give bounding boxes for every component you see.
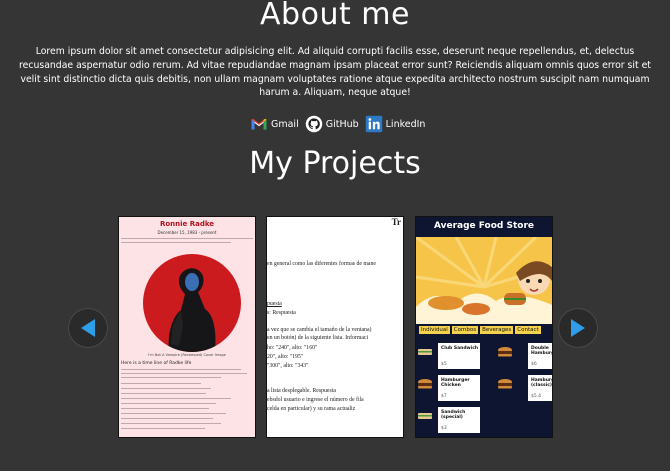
burger-icon: [418, 379, 432, 389]
menu-item[interactable]: Sandwich (special) $3: [438, 407, 480, 433]
doc-link[interactable]: puesta: [267, 301, 282, 308]
menu-item[interactable]: Club Sandwich $5: [438, 343, 480, 369]
carousel-prev-button[interactable]: [68, 308, 108, 348]
doc-line: ebsdol usuario e ingrese el número de fi…: [267, 397, 364, 403]
text-line: [121, 238, 253, 240]
carousel-next-button[interactable]: [558, 308, 598, 348]
text-line: [121, 383, 201, 385]
image-caption: I'm Not A Vampire (Revamped) Cover Image: [148, 353, 226, 357]
doc-line: en un botón) de la siguiente lista. Info…: [267, 335, 369, 341]
menu-item[interactable]: Hamburger (classic)$5.4: [528, 375, 552, 401]
doc-line: a vez que se cambia el tamaño de la vent…: [267, 327, 372, 333]
burger-icon: [498, 379, 512, 389]
text-line: [121, 242, 231, 244]
portrait-image: [143, 254, 241, 352]
card-title: Average Food Store: [433, 221, 535, 231]
gmail-icon: [251, 118, 267, 130]
text-line: [121, 423, 221, 425]
text-line: [121, 408, 209, 410]
about-title: About me: [260, 0, 410, 32]
text-line: [121, 388, 211, 390]
text-line: [121, 393, 206, 395]
linkedin-link[interactable]: LinkedIn: [365, 115, 426, 133]
menu-item[interactable]: Hamburger Chicken $7: [438, 375, 480, 401]
doc-line: s: Respuesta: [267, 310, 296, 316]
tab-contact[interactable]: Contact: [515, 326, 541, 334]
card-title: Ronnie Radke: [159, 220, 215, 228]
text-line: [121, 418, 213, 420]
projects-title: My Projects: [249, 146, 421, 181]
text-line: [121, 369, 241, 371]
text-line: [121, 413, 226, 415]
contact-links: Gmail GitHub LinkedIn: [250, 114, 427, 134]
text-line: [121, 373, 247, 375]
text-line: [121, 398, 231, 400]
github-link[interactable]: GitHub: [305, 115, 359, 133]
arrow-right-icon: [571, 319, 585, 337]
github-label: GitHub: [325, 118, 359, 130]
gmail-link[interactable]: Gmail: [250, 115, 299, 133]
project-card-food-store[interactable]: Average Food Store Individual Combos Bev…: [415, 216, 553, 438]
project-card-ronnie-radke[interactable]: Ronnie Radke December 15, 1983 - present…: [118, 216, 256, 438]
text-line: [121, 428, 205, 430]
tab-beverages[interactable]: Beverages: [480, 326, 514, 334]
project-card-document[interactable]: Tr en general como las diferentes formas…: [266, 216, 404, 438]
linkedin-label: LinkedIn: [385, 118, 426, 130]
portfolio-page: About me Lorem ipsum dolor sit amet cons…: [0, 0, 670, 471]
doc-line: en general como las diferentes formas de…: [267, 261, 376, 267]
timeline-heading: Here is a time line of Radke life: [121, 361, 192, 366]
food-banner-image: [416, 237, 552, 324]
doc-line: ho: "240", alto: "160": [267, 345, 318, 351]
doc-line: a lista desplegable. Respuesta: [267, 388, 336, 394]
doc-line: celda en particular) y su rama actualiz: [267, 406, 356, 412]
card-subtitle: December 15, 1983 - present: [157, 230, 217, 235]
doc-line: "300", alto: "343": [267, 363, 309, 369]
doc-corner-title: Tr: [391, 217, 401, 227]
arrow-left-icon: [81, 319, 95, 337]
sandwich-icon: [418, 413, 432, 419]
gmail-label: Gmail: [271, 118, 299, 130]
text-line: [121, 377, 221, 379]
burger-icon: [498, 347, 512, 357]
text-line: [121, 403, 216, 405]
github-icon: [305, 115, 322, 133]
linkedin-icon: [365, 115, 382, 133]
food-tabs: Individual Combos Beverages Contact: [419, 326, 541, 334]
menu-item[interactable]: Double Hamburger$6: [528, 343, 552, 369]
sandwich-icon: [418, 349, 432, 355]
tab-combos[interactable]: Combos: [451, 326, 479, 334]
bio-paragraph: Lorem ipsum dolor sit amet consectetur a…: [19, 46, 651, 99]
tab-individual[interactable]: Individual: [419, 326, 450, 334]
doc-line: 20", alto: "195": [267, 354, 304, 360]
